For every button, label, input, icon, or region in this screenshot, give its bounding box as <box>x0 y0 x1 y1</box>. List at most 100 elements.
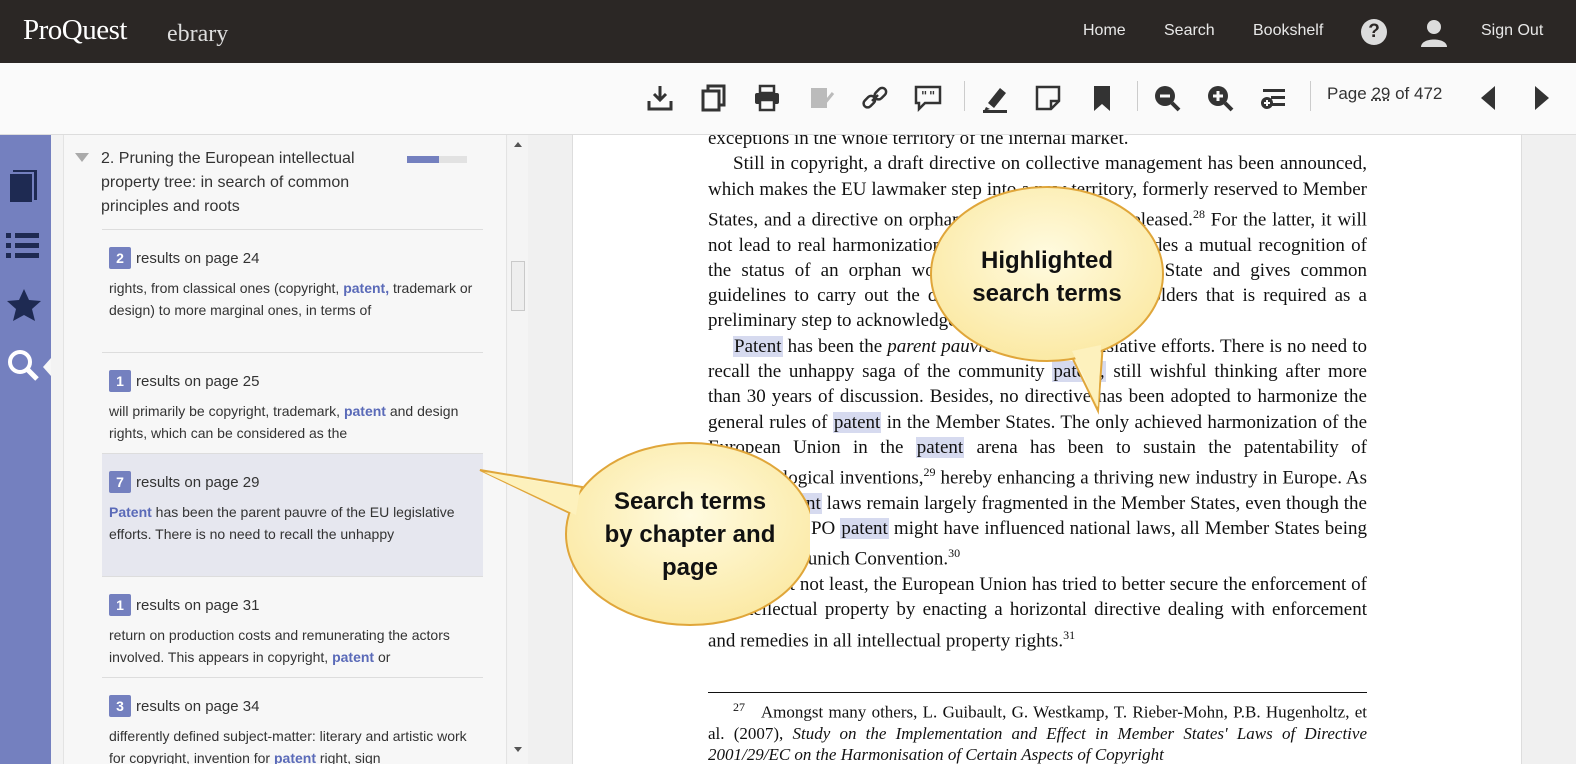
result-heading-text: results on page 25 <box>136 373 260 390</box>
footnote-ref[interactable]: 29 <box>924 465 936 479</box>
result-page-25[interactable]: 1 results on page 25 will primarily be co… <box>102 352 483 453</box>
result-page-31[interactable]: 1 results on page 31 return on production… <box>102 576 483 677</box>
favorites-star-icon[interactable] <box>5 287 43 325</box>
result-heading: 7 results on page 29 <box>109 471 259 493</box>
snippet-term-link[interactable]: Patent <box>109 504 152 520</box>
callout-text: Search terms <box>614 488 766 515</box>
svg-text:": " <box>929 89 935 103</box>
snippet-text: will primarily be copyright, trademark, <box>109 403 344 419</box>
result-count-badge: 3 <box>109 695 131 717</box>
result-heading-text: results on page 31 <box>136 597 260 614</box>
nav-home-link[interactable]: Home <box>1083 22 1126 40</box>
result-count-badge: 7 <box>109 471 131 493</box>
toolbar-divider <box>1137 81 1138 111</box>
callout-search-terms: Search terms by chapter and page <box>479 442 810 626</box>
page-number-input[interactable]: 29 <box>1371 84 1390 103</box>
search-term-highlight[interactable]: Patent <box>733 335 783 357</box>
chapter-title[interactable]: 2. Pruning the European intellectual pro… <box>101 147 381 219</box>
result-snippet: differently defined subject-matter: lite… <box>109 726 474 764</box>
result-snippet: Patent has been the parent pauvre of the… <box>109 502 474 545</box>
next-page-icon[interactable] <box>1526 83 1556 113</box>
result-count-badge: 2 <box>109 247 131 269</box>
print-icon[interactable] <box>752 83 782 113</box>
callout-text: by chapter and <box>605 521 776 548</box>
highlight-icon[interactable] <box>980 83 1010 113</box>
ebrary-logo[interactable]: ebrary <box>167 21 228 48</box>
search-icon[interactable] <box>5 347 43 385</box>
result-heading: 1 results on page 25 <box>109 370 259 392</box>
sidebar-rail <box>0 135 51 764</box>
footnote: 27 Amongst many others, L. Guibault, G. … <box>708 697 1367 764</box>
search-results-panel: 2. Pruning the European intellectual pro… <box>51 135 528 764</box>
bookmark-icon[interactable] <box>1087 83 1117 113</box>
page-indicator: Page 29 of 472 <box>1327 84 1442 104</box>
export-icon[interactable] <box>806 83 836 113</box>
top-navigation-bar: ProQuest ebrary Home Search Bookshelf Si… <box>0 0 1576 63</box>
snippet-text: rights, from classical ones (copyright, <box>109 280 344 296</box>
scroll-up-icon[interactable] <box>514 142 522 147</box>
footnote-ref[interactable]: 30 <box>948 546 960 560</box>
result-heading: 1 results on page 31 <box>109 594 259 616</box>
search-term-highlight[interactable]: patent <box>840 518 889 540</box>
search-term-highlight[interactable]: patent <box>832 411 882 433</box>
sign-out-link[interactable]: Sign Out <box>1481 22 1543 40</box>
text-run: has been the <box>782 335 888 357</box>
snippet-text: has been the parent pauvre of the EU leg… <box>109 504 455 542</box>
toolbar-divider <box>1310 81 1311 111</box>
copy-icon[interactable] <box>699 83 729 113</box>
result-snippet: return on production costs and remunerat… <box>109 625 474 668</box>
result-count-badge: 1 <box>109 370 131 392</box>
note-icon[interactable] <box>1033 83 1063 113</box>
reader-toolbar: " " Page 29 of 472 <box>0 63 1576 135</box>
result-heading-text: results on page 34 <box>136 698 260 715</box>
contents-list-icon[interactable] <box>5 227 43 265</box>
chapter-progress-bar <box>407 156 467 163</box>
zoom-fit-icon[interactable] <box>1259 83 1289 113</box>
snippet-text: or <box>374 648 391 665</box>
snippet-text: right, sign <box>315 749 381 764</box>
text-run <box>745 703 761 722</box>
chevron-down-icon[interactable] <box>75 153 89 162</box>
prev-page-icon[interactable] <box>1474 83 1504 113</box>
result-snippet: will primarily be copyright, trademark, … <box>109 401 474 444</box>
snippet-text: return on production costs and remunerat… <box>109 627 450 665</box>
scroll-down-icon[interactable] <box>514 747 522 752</box>
chapter-progress-fill <box>407 156 439 163</box>
result-page-29[interactable]: 7 results on page 29 Patent has been the … <box>102 453 483 576</box>
snippet-term-link[interactable]: patent, <box>343 280 389 296</box>
proquest-logo[interactable]: ProQuest <box>23 14 127 47</box>
download-icon[interactable] <box>645 83 675 113</box>
result-heading-text: results on page 29 <box>136 474 260 491</box>
result-heading: 2 results on page 24 <box>109 247 259 269</box>
result-page-34[interactable]: 3 results on page 34 differently defined … <box>102 677 483 764</box>
zoom-in-icon[interactable] <box>1205 83 1235 113</box>
footnote-ref[interactable]: 31 <box>1063 628 1075 642</box>
result-page-24[interactable]: 2 results on page 24 rights, from classic… <box>102 229 483 352</box>
cite-icon[interactable]: " " <box>913 83 943 113</box>
book-icon[interactable] <box>5 167 43 205</box>
snippet-term-link[interactable]: patent <box>344 403 386 419</box>
snippet-term-link[interactable]: patent <box>274 750 316 764</box>
footnote-number: 27 <box>733 700 745 715</box>
result-heading-text: results on page 24 <box>136 250 260 267</box>
footnote-ref[interactable]: 28 <box>1193 207 1205 221</box>
callout-highlighted-terms: Highlighted search terms <box>930 186 1164 415</box>
link-icon[interactable] <box>860 83 890 113</box>
user-account-icon[interactable] <box>1420 19 1448 47</box>
scrollbar-thumb[interactable] <box>511 261 525 311</box>
snippet-term-link[interactable]: patent <box>332 649 374 665</box>
nav-search-link[interactable]: Search <box>1164 22 1215 40</box>
nav-bookshelf-link[interactable]: Bookshelf <box>1253 22 1323 40</box>
svg-text:": " <box>921 89 927 103</box>
toolbar-divider <box>964 81 965 111</box>
help-icon[interactable]: ? <box>1361 19 1387 45</box>
callout-text: page <box>662 554 718 581</box>
zoom-out-icon[interactable] <box>1152 83 1182 113</box>
active-tab-pointer <box>43 358 51 376</box>
result-heading: 3 results on page 34 <box>109 695 259 717</box>
search-term-highlight[interactable]: patent <box>915 436 965 458</box>
result-count-badge: 1 <box>109 594 131 616</box>
italic-run: Study on the Implementation and Effect i… <box>708 723 1367 764</box>
page-prefix: Page <box>1327 84 1372 103</box>
callout-text: Highlighted <box>981 247 1113 274</box>
